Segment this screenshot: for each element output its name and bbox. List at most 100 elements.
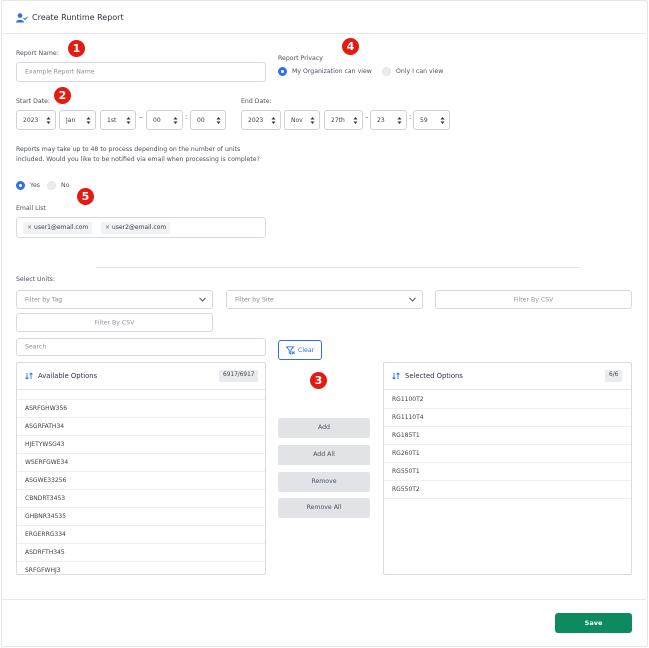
end-day-select[interactable]: 27th — [324, 110, 363, 130]
clear-label: Clear — [298, 347, 315, 354]
notify-no-radio[interactable] — [47, 181, 56, 190]
privacy-only-me-radio[interactable] — [382, 67, 391, 76]
sort-icon[interactable] — [25, 372, 33, 380]
start-year-value: 2023 — [23, 117, 39, 124]
list-item-label: RG260T1 — [392, 450, 420, 457]
start-date-label: Start Date: — [16, 98, 50, 105]
list-item[interactable]: RG1100T2 — [384, 391, 631, 409]
remove-all-button[interactable]: Remove All — [278, 498, 370, 518]
list-item[interactable]: ASGWE33256 — [17, 472, 265, 490]
start-minute-select[interactable]: 00 — [190, 110, 226, 130]
list-item-label: SRFGFWHJ3 — [25, 567, 61, 574]
save-button[interactable]: Save — [555, 613, 632, 633]
notify-yes-radio[interactable] — [16, 181, 25, 190]
list-item-label: ASRFGHW356 — [25, 405, 68, 412]
annotation-badge-4: 4 — [342, 38, 359, 55]
add-button[interactable]: Add — [278, 418, 370, 438]
filter-tag-select[interactable]: Filter by Tag — [16, 290, 213, 309]
select-units-label: Select Units: — [16, 276, 55, 283]
filter-site-select[interactable]: Filter by Site — [226, 290, 423, 309]
list-item-label: RG1110T4 — [392, 414, 424, 421]
filter-tag-placeholder: Filter by Tag — [25, 296, 63, 303]
email-chip-text: user2@email.com — [112, 224, 167, 231]
search-placeholder: Search — [25, 343, 47, 351]
list-item[interactable]: RG185T1 — [384, 427, 631, 445]
search-input[interactable]: Search — [16, 338, 266, 356]
list-item[interactable]: CBNDRT3453 — [17, 490, 265, 508]
list-item-label: RG550T1 — [392, 468, 420, 475]
list-item[interactable]: RG260T1 — [384, 445, 631, 463]
end-year-select[interactable]: 2023 — [241, 110, 281, 130]
available-options-panel[interactable]: Available Options 6917/6917 ASRFGHW356 A… — [16, 362, 266, 575]
list-item-label: ERGERRG334 — [25, 531, 66, 538]
list-item-label: HJETYWSG43 — [25, 441, 65, 448]
chevron-down-icon — [199, 297, 206, 302]
notify-description: Reports may take up to 48 to process dep… — [16, 146, 260, 163]
privacy-label: Report Privacy — [278, 55, 323, 62]
list-item[interactable]: WSERFGWE34 — [17, 454, 265, 472]
list-item[interactable]: ASRFGHW356 — [17, 400, 265, 418]
end-minute-select[interactable]: 59 — [413, 110, 450, 130]
end-hour-select[interactable]: 23 — [370, 110, 407, 130]
report-name-input[interactable]: Example Report Name — [16, 62, 266, 82]
list-item[interactable]: ERGERRG334 — [17, 526, 265, 544]
user-check-icon — [16, 13, 28, 23]
list-item-label: ASDRFTH345 — [25, 549, 65, 556]
start-day-value: 1st — [107, 117, 117, 124]
start-minute-value: 00 — [197, 117, 205, 124]
list-item-label: CBNDRT3453 — [25, 495, 66, 502]
remove-chip-icon[interactable]: × — [105, 224, 110, 231]
list-item[interactable] — [17, 390, 265, 400]
annotation-badge-2: 2 — [54, 87, 71, 104]
list-item[interactable]: GHBNR34535 — [17, 508, 265, 526]
email-list-field[interactable]: × user1@email.com × user2@email.com — [16, 217, 266, 238]
remove-chip-icon[interactable]: × — [27, 224, 32, 231]
filter-csv-label: Filter By CSV — [513, 296, 554, 303]
list-item[interactable]: RG1110T4 — [384, 409, 631, 427]
annotation-badge-3: 3 — [310, 372, 327, 389]
date-time-separator: – — [139, 113, 143, 121]
report-name-placeholder: Example Report Name — [25, 68, 95, 76]
email-chip[interactable]: × user2@email.com — [101, 222, 171, 234]
page-title: Create Runtime Report — [32, 13, 124, 22]
updown-icon — [86, 117, 91, 124]
privacy-org-radio[interactable] — [278, 67, 287, 76]
start-month-select[interactable]: Jan — [59, 110, 96, 130]
footer-divider — [1, 599, 646, 600]
email-list-label: Email List — [16, 205, 46, 212]
dialog-header: Create Runtime Report — [1, 1, 646, 34]
list-item[interactable]: RG550T1 — [384, 463, 631, 481]
chevron-down-icon — [409, 297, 416, 302]
sort-icon[interactable] — [392, 372, 400, 380]
list-item[interactable]: SRFGFWHJ3 — [17, 562, 265, 574]
filter-csv-button-2[interactable]: Filter By CSV — [16, 313, 213, 332]
start-year-select[interactable]: 2023 — [16, 110, 56, 130]
end-month-value: Nov — [291, 117, 303, 124]
filter-csv-button[interactable]: Filter By CSV — [435, 290, 632, 309]
add-all-button[interactable]: Add All — [278, 445, 370, 465]
list-item-label: RG550T2 — [392, 486, 420, 493]
email-chip[interactable]: × user1@email.com — [23, 222, 93, 234]
list-item[interactable]: RG550T2 — [384, 481, 631, 499]
filter-csv-label: Filter By CSV — [94, 319, 135, 326]
end-day-value: 27th — [331, 117, 345, 124]
start-hour-value: 00 — [153, 117, 161, 124]
list-item[interactable]: HJETYWSG43 — [17, 436, 265, 454]
updown-icon — [216, 117, 221, 124]
remove-button[interactable]: Remove — [278, 472, 370, 492]
updown-icon — [46, 117, 51, 124]
list-item[interactable]: ASDRFTH345 — [17, 544, 265, 562]
start-hour-select[interactable]: 00 — [146, 110, 183, 130]
annotation-badge-1: 1 — [68, 40, 85, 57]
end-month-select[interactable]: Nov — [284, 110, 320, 130]
notify-yes-label: Yes — [30, 182, 40, 189]
start-day-select[interactable]: 1st — [100, 110, 136, 130]
annotation-badge-5: 5 — [77, 188, 94, 205]
selected-options-header: Selected Options 6/6 — [384, 363, 631, 390]
clear-filters-button[interactable]: Clear — [278, 340, 322, 360]
available-options-header: Available Options 6917/6917 — [17, 363, 265, 390]
selected-options-panel[interactable]: Selected Options 6/6 RG1100T2 RG1110T4 R… — [383, 362, 632, 575]
list-item-label: WSERFGWE34 — [25, 459, 69, 466]
email-chip-text: user1@email.com — [34, 224, 89, 231]
list-item[interactable]: ASGRFATH34 — [17, 418, 265, 436]
